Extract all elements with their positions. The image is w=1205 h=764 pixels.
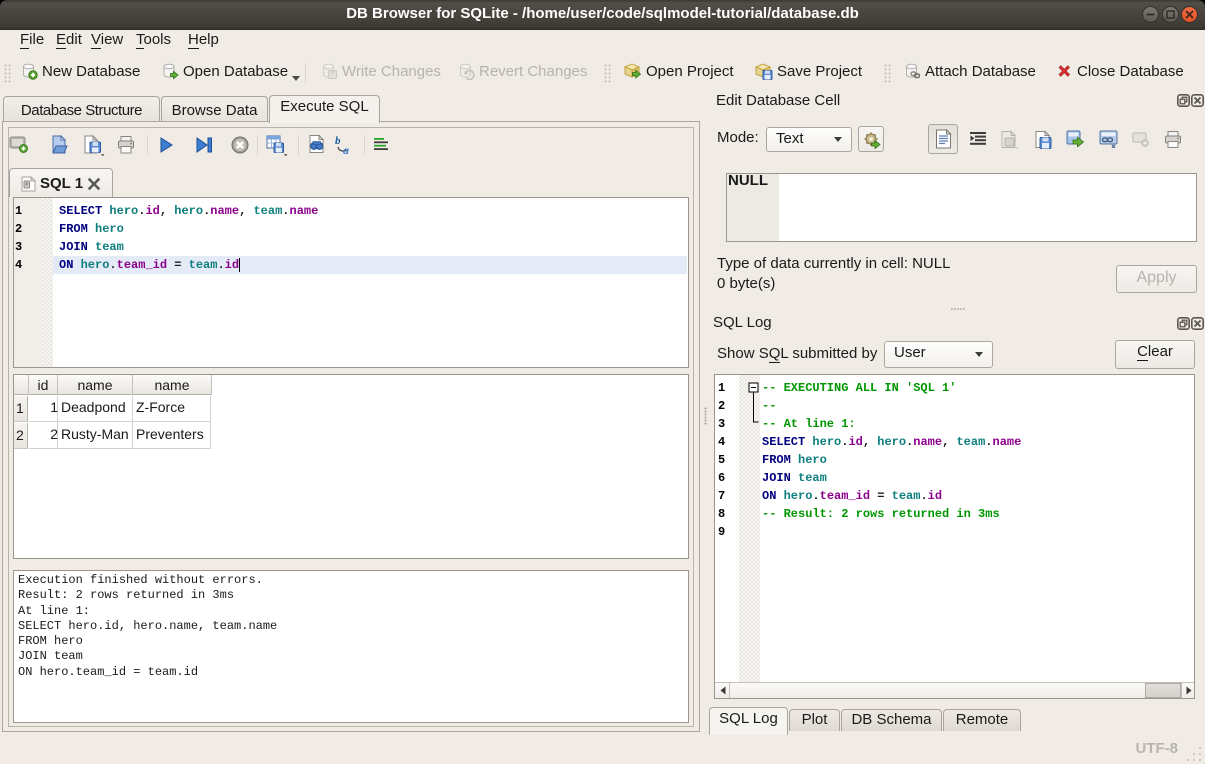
svg-text:a: a [343,143,349,156]
svg-text:b: b [335,135,341,147]
